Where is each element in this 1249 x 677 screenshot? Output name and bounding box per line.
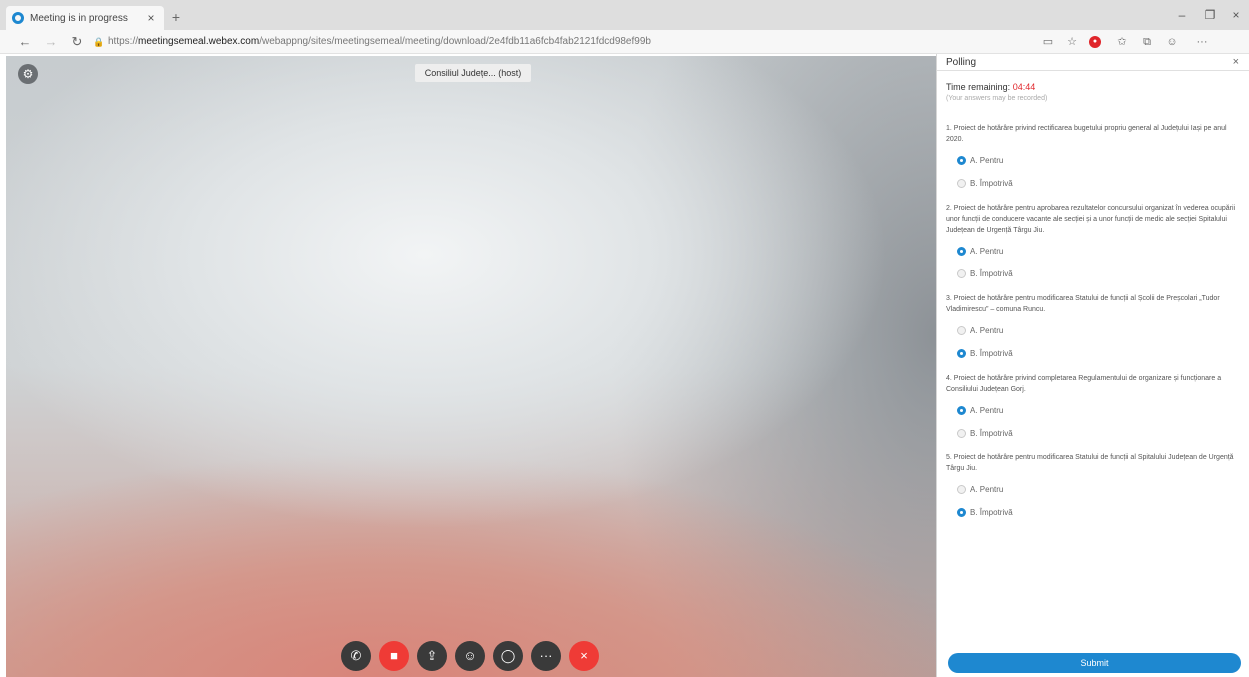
question-text: 5. Proiect de hotărâre pentru modificare… (946, 454, 1234, 472)
option-label: A. Pentru (970, 406, 1004, 415)
option-a-q2[interactable]: A. Pentru (957, 247, 1003, 256)
submit-button[interactable]: Submit (948, 653, 1241, 673)
url-path: /webappng/sites/meetingsemeal/meeting/do… (259, 36, 651, 47)
url-field[interactable]: https://meetingsemeal.webex.com/webappng… (108, 33, 1023, 51)
active-speaker-label: Consiliul Județe... (host) (415, 64, 531, 82)
option-a-q4[interactable]: A. Pentru (957, 406, 1003, 415)
radio-checked[interactable] (957, 508, 966, 517)
panel-header: Polling × (937, 54, 1249, 71)
radio-checked[interactable] (957, 247, 966, 256)
url-host: meetingsemeal.webex.com (138, 36, 260, 47)
question-text: 2. Proiect de hotărâre pentru aprobarea … (946, 205, 1236, 234)
radio-checked[interactable] (957, 406, 966, 415)
reload-button[interactable]: ↻ (68, 33, 86, 51)
option-label: A. Pentru (970, 247, 1004, 256)
forward-button[interactable]: → (42, 33, 60, 51)
tab-bar: Meeting is in progress × + – ❐ × (0, 0, 1249, 30)
url-prefix: https:// (108, 36, 139, 47)
back-button[interactable]: ← (16, 33, 34, 51)
option-label: A. Pentru (970, 156, 1004, 165)
favorites-icon[interactable]: ✩ (1114, 34, 1130, 50)
option-b-q5[interactable]: B. Împotrivă (957, 508, 1013, 517)
lock-icon[interactable]: 🔒 (90, 33, 108, 51)
minimize-button[interactable]: – (1168, 6, 1196, 24)
star-icon[interactable]: ☆ (1064, 34, 1080, 50)
browser-window: Meeting is in progress × + – ❐ × ← → ↻ 🔒… (0, 0, 1249, 677)
option-label: B. Împotrivă (970, 269, 1013, 278)
leave-button[interactable]: × (569, 641, 599, 671)
participants-button[interactable]: ☺ (455, 641, 485, 671)
audio-button[interactable]: ✆ (341, 641, 371, 671)
question-text: 3. Proiect de hotărâre pentru modificare… (946, 295, 1220, 313)
option-b-q2[interactable]: B. Împotrivă (957, 269, 1013, 278)
time-value: 04:44 (1012, 82, 1036, 92)
settings-icon[interactable]: ⚙ (18, 64, 38, 84)
radio-unchecked[interactable] (957, 326, 966, 335)
option-label: B. Împotrivă (970, 508, 1013, 517)
meeting-controls: ✆ ■ ⇪ ☺ ◯ ··· × (341, 641, 599, 671)
more-icon[interactable]: ··· (1190, 34, 1214, 50)
polling-panel: Polling × Time remaining: 04:44 (Your an… (936, 54, 1249, 677)
option-b-q1[interactable]: B. Împotrivă (957, 179, 1013, 188)
tab-close-icon[interactable]: × (144, 11, 158, 25)
radio-checked[interactable] (957, 156, 966, 165)
option-a-q5[interactable]: A. Pentru (957, 485, 1003, 494)
radio-checked[interactable] (957, 349, 966, 358)
panel-title: Polling (946, 57, 977, 68)
chat-button[interactable]: ◯ (493, 641, 523, 671)
question-text: 4. Proiect de hotărâre privind completar… (946, 375, 1222, 393)
window-close-button[interactable]: × (1222, 6, 1249, 24)
radio-unchecked[interactable] (957, 485, 966, 494)
extension-icon[interactable]: ● (1089, 36, 1101, 48)
option-a-q3[interactable]: A. Pentru (957, 326, 1003, 335)
question-text: 1. Proiect de hotărâre privind rectifica… (946, 125, 1227, 143)
more-button[interactable]: ··· (531, 641, 561, 671)
option-label: A. Pentru (970, 326, 1004, 335)
time-label: Time remaining: (946, 82, 1011, 92)
option-label: A. Pentru (970, 485, 1004, 494)
reader-icon[interactable]: ▭ (1040, 34, 1056, 50)
radio-unchecked[interactable] (957, 429, 966, 438)
webex-favicon-icon (12, 12, 24, 24)
option-label: B. Împotrivă (970, 179, 1013, 188)
profile-icon[interactable]: ☺ (1164, 34, 1180, 50)
address-bar: ← → ↻ 🔒 https://meetingsemeal.webex.com/… (0, 30, 1249, 54)
restore-button[interactable]: ❐ (1196, 6, 1224, 24)
video-button[interactable]: ■ (379, 641, 409, 671)
time-remaining: Time remaining: 04:44 (946, 82, 1035, 92)
time-note: (Your answers may be recorded) (946, 95, 1048, 102)
new-tab-button[interactable]: + (168, 9, 184, 25)
browser-tab[interactable]: Meeting is in progress × (6, 6, 164, 30)
tab-title: Meeting is in progress (30, 12, 128, 24)
option-b-q4[interactable]: B. Împotrivă (957, 429, 1013, 438)
option-b-q3[interactable]: B. Împotrivă (957, 349, 1013, 358)
radio-unchecked[interactable] (957, 269, 966, 278)
option-label: B. Împotrivă (970, 349, 1013, 358)
option-a-q1[interactable]: A. Pentru (957, 156, 1003, 165)
collections-icon[interactable]: ⧉ (1139, 34, 1155, 50)
panel-close-icon[interactable]: × (1233, 56, 1239, 68)
video-stage: ⚙ Consiliul Județe... (host) ✆ ■ ⇪ ☺ ◯ ·… (6, 56, 936, 677)
share-button[interactable]: ⇪ (417, 641, 447, 671)
radio-unchecked[interactable] (957, 179, 966, 188)
option-label: B. Împotrivă (970, 429, 1013, 438)
